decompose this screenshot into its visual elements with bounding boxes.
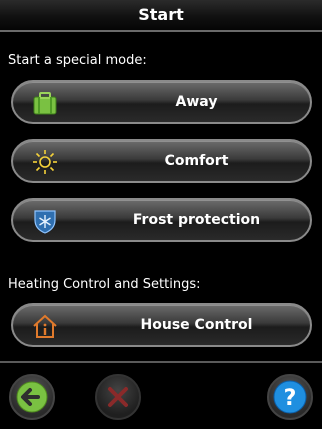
house-control-label: House Control (140, 317, 253, 333)
page-title: Start (138, 5, 184, 24)
away-label: Away (175, 94, 218, 110)
house-control-button[interactable]: House Control (11, 303, 312, 347)
frost-protection-button[interactable]: Frost protection (11, 198, 312, 242)
suitcase-icon (33, 92, 57, 115)
house-info-icon (33, 314, 57, 338)
close-icon (108, 387, 128, 407)
away-button[interactable]: Away (11, 80, 312, 124)
footer-divider (0, 361, 322, 363)
back-button[interactable] (9, 374, 55, 420)
help-icon: ? (284, 386, 297, 411)
help-button[interactable]: ? (267, 374, 313, 420)
comfort-label: Comfort (164, 153, 229, 169)
back-arrow-icon (16, 381, 48, 413)
sun-icon (33, 150, 57, 174)
snowflake-shield-icon (34, 210, 56, 234)
start-screen: Start Start a special mode: Away Comfort (0, 0, 322, 429)
frost-protection-label: Frost protection (132, 212, 261, 228)
special-mode-label: Start a special mode: (8, 53, 147, 68)
heating-settings-label: Heating Control and Settings: (8, 277, 201, 292)
cancel-button[interactable] (95, 374, 141, 420)
comfort-button[interactable]: Comfort (11, 139, 312, 183)
title-bar: Start (0, 0, 322, 32)
